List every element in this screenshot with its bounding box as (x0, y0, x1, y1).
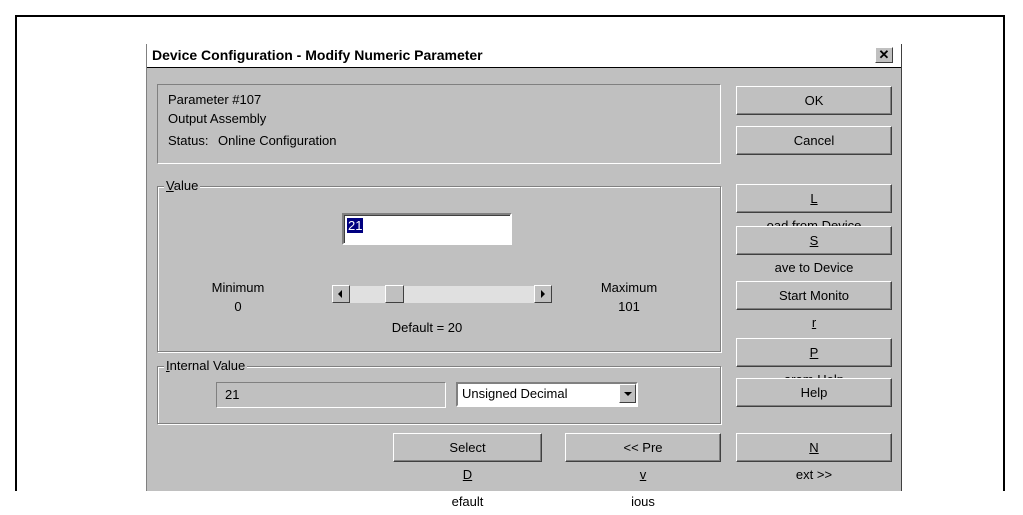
previous-button[interactable]: << Pre v ious (565, 433, 721, 509)
arrow-right-icon (541, 290, 545, 298)
slider-right-arrow[interactable] (534, 285, 552, 303)
cancel-button[interactable]: Cancel (736, 126, 892, 155)
dropdown-button[interactable] (619, 384, 636, 403)
ok-button[interactable]: OK (736, 86, 892, 115)
param-help-button[interactable]: Param Help (736, 338, 892, 387)
start-monitor-button[interactable]: Start Monito r (736, 281, 892, 330)
internal-value-text: 21 (225, 387, 240, 402)
format-dropdown[interactable]: Unsigned Decimal (456, 382, 638, 407)
status-value: Online Configuration (218, 133, 337, 148)
value-group-label: Value (164, 178, 201, 193)
status-label: Status: (168, 133, 209, 148)
dialog-title: Device Configuration - Modify Numeric Pa… (152, 47, 483, 63)
title-bar: Device Configuration - Modify Numeric Pa… (147, 44, 901, 68)
dialog-window: Device Configuration - Modify Numeric Pa… (146, 44, 902, 509)
value-group: Value 21 Minimum 0 Maximum 101 Default =… (157, 178, 721, 352)
close-icon: ✕ (878, 47, 890, 62)
chevron-down-icon (624, 392, 632, 396)
value-slider[interactable] (332, 285, 552, 303)
minimum-value: 0 (234, 299, 242, 314)
parameter-number: Parameter #107 (168, 92, 262, 107)
minimum-label: Minimum (211, 280, 265, 295)
save-to-device-button[interactable]: Save to Device (736, 226, 892, 275)
close-button[interactable]: ✕ (875, 47, 893, 63)
value-input[interactable]: 21 (342, 213, 512, 245)
slider-left-arrow[interactable] (332, 285, 350, 303)
select-default-button[interactable]: Select Default (393, 433, 542, 509)
slider-track[interactable] (350, 285, 534, 303)
help-button[interactable]: Help (736, 378, 892, 407)
format-dropdown-value: Unsigned Decimal (462, 386, 568, 401)
maximum-value: 101 (618, 299, 640, 314)
next-button[interactable]: Next >> (736, 433, 892, 482)
arrow-left-icon (338, 290, 342, 298)
internal-value-field: 21 (216, 382, 446, 408)
internal-value-group: Internal Value 21 Unsigned Decimal (157, 358, 721, 424)
parameter-name: Output Assembly (168, 111, 267, 126)
parameter-info-panel: Parameter #107 Output Assembly Status: O… (157, 84, 721, 164)
value-input-text: 21 (347, 218, 364, 233)
load-from-device-button[interactable]: Load from Device (736, 184, 892, 233)
default-value-text: Default = 20 (391, 320, 463, 335)
slider-thumb[interactable] (384, 285, 404, 303)
maximum-label: Maximum (600, 280, 658, 295)
internal-value-group-label: Internal Value (164, 358, 248, 373)
